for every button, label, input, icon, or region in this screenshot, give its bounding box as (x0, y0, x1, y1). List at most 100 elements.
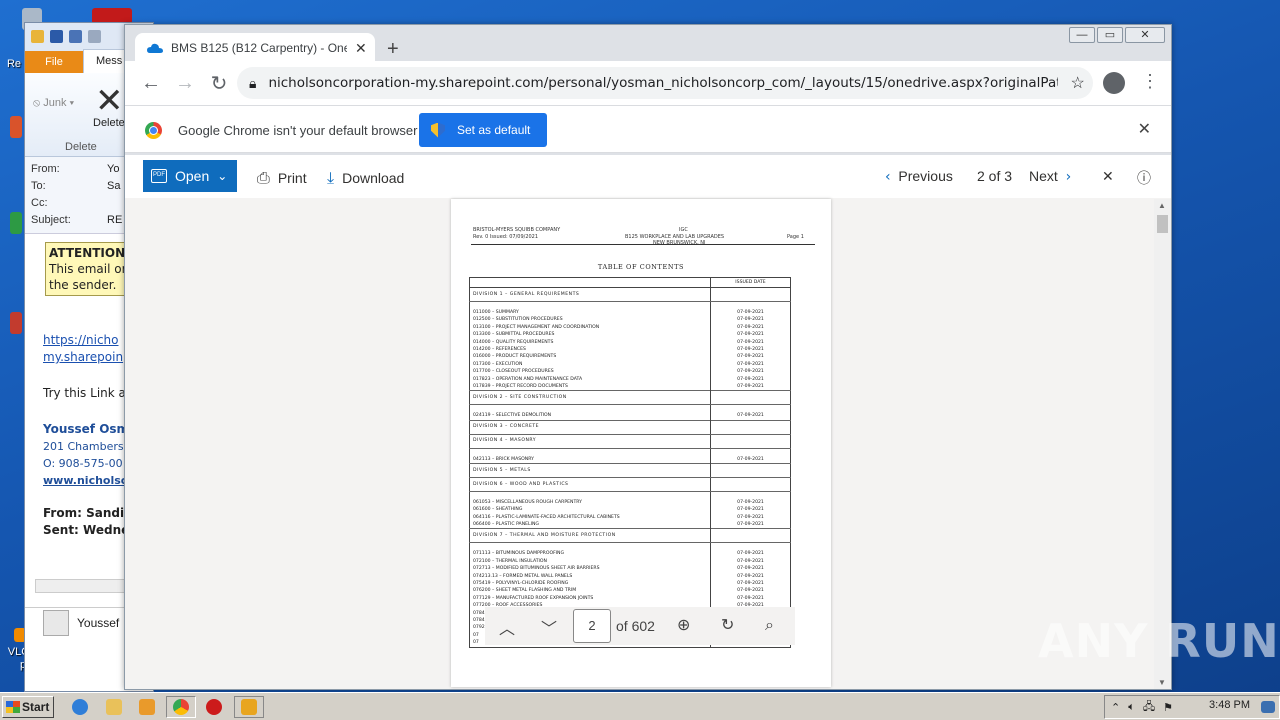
toc-issued-date: 07-09-2021 (710, 331, 791, 339)
pdf-control-bar: ︿ ﹀ 2 of 602 ⊕ ↻ ⌕ (485, 607, 795, 645)
to-value: Sa (107, 180, 121, 192)
open-button[interactable]: PDF Open ⌄ (143, 160, 237, 192)
toc-issued-date: 07-09-2021 (710, 308, 791, 317)
toc-section-title: 017839 – PROJECT RECORD DOCUMENTS (473, 383, 568, 389)
toc-issued-date: 07-09-2021 (710, 345, 791, 354)
toc-section-title: 017823 – OPERATION AND MAINTENANCE DATA (473, 376, 583, 382)
toc-section-title: 072713 – MODIFIED BITUMINOUS SHEET AIR B… (473, 566, 600, 572)
pdf-header-company: BRISTOL-MYERS SQUIBB COMPANY (473, 227, 561, 233)
explorer-taskbar-icon[interactable] (102, 696, 126, 718)
open-label: Open (175, 168, 210, 184)
print-button[interactable]: ⎙ Print (257, 168, 307, 188)
toc-section-title: 013300 – SUBMITTAL PROCEDURES (473, 332, 555, 338)
toc-row: 061600 – SHEATHING 07-09-2021 (470, 506, 791, 514)
tab-close-icon[interactable]: ✕ (355, 40, 367, 57)
toc-issued-date: 07-09-2021 (710, 353, 791, 361)
toc-row (470, 404, 791, 413)
next-button[interactable]: Next › (1029, 168, 1071, 185)
toc-section-title: 076200 – SHEET METAL FLASHING AND TRIM (473, 588, 577, 594)
lock-icon[interactable]: 🔒︎ (249, 75, 256, 92)
outlook-taskbar-icon[interactable] (234, 696, 264, 718)
next-label: Next (1029, 168, 1058, 184)
account-icon[interactable] (1103, 72, 1125, 94)
undo-icon[interactable] (69, 29, 82, 43)
zoom-in-icon[interactable]: ⊕ (677, 615, 690, 634)
maximize-icon[interactable]: ▭ (1097, 27, 1123, 43)
toc-section-title (470, 405, 711, 412)
toc-row: 013300 – SUBMITTAL PROCEDURES 07-09-2021 (470, 331, 791, 339)
set-as-default-label: Set as default (457, 123, 531, 137)
toc-section-title: 072100 – THERMAL INSULATION (473, 558, 547, 564)
media-taskbar-icon[interactable] (135, 696, 159, 718)
toc-row: 013100 – PROJECT MANAGEMENT AND COORDINA… (470, 323, 791, 332)
minimize-icon[interactable]: — (1069, 27, 1095, 43)
toc-division-row: DIVISION 7 – THERMAL AND MOISTURE PROTEC… (469, 528, 791, 544)
opera-taskbar-icon[interactable] (202, 696, 226, 718)
tray-expand-icon[interactable]: ⌃ (1111, 701, 1120, 714)
save-icon[interactable] (50, 29, 63, 43)
forward-arrow-icon[interactable]: → (169, 72, 201, 95)
scroll-thumb[interactable] (1157, 215, 1168, 233)
toc-division-row: DIVISION 5 – METALS (469, 462, 791, 478)
desktop-app-icon[interactable] (10, 212, 22, 234)
tab-file[interactable]: File (25, 51, 83, 73)
chevron-right-icon: › (1065, 169, 1072, 185)
toc-row: 012500 – SUBSTITUTION PROCEDURES 07-09-20… (470, 316, 791, 324)
toc-row: 014000 – QUALITY REQUIREMENTS 07-09-2021 (470, 338, 791, 346)
new-tab-icon[interactable]: + (387, 38, 399, 61)
desktop-app-icon[interactable] (10, 312, 22, 334)
search-icon[interactable]: ⌕ (765, 615, 774, 635)
toc-section-title (470, 491, 711, 498)
toc-division-row: DIVISION 1 – GENERAL REQUIREMENTS (469, 287, 791, 302)
start-button[interactable]: Start (2, 696, 54, 718)
chevron-down-icon[interactable]: ﹀ (541, 615, 557, 639)
previous-label: Previous (898, 168, 953, 184)
toc-issued-date: 07-09-2021 (710, 594, 791, 603)
network-icon[interactable]: 🖧︎ (1143, 698, 1155, 717)
download-button[interactable]: ⤓ Download (327, 168, 404, 188)
toc-issued-date: 07-09-2021 (710, 316, 791, 324)
viewer-command-bar: PDF Open ⌄ ⎙ Print ⤓ Download ‹ Previous… (125, 155, 1171, 198)
close-viewer-icon[interactable]: ✕ (1102, 168, 1114, 185)
toc-section-title: DIVISION 7 – THERMAL AND MOISTURE PROTEC… (469, 528, 711, 544)
chrome-menu-icon[interactable]: ⋮ (1141, 71, 1159, 92)
mail-icon (31, 29, 44, 43)
scroll-down-icon[interactable]: ▼ (1158, 678, 1166, 687)
infobar-close-icon[interactable]: ✕ (1138, 119, 1151, 139)
delete-icon[interactable]: ✕ (95, 81, 124, 121)
chevron-up-icon[interactable]: ︿ (499, 615, 515, 639)
toc-row: 061053 – MISCELLANEOUS ROUGH CARPENTRY 07… (470, 498, 791, 507)
toc-section-title (470, 302, 711, 309)
browser-tab[interactable]: BMS B125 (B12 Carpentry) - OneDrive ✕ (135, 33, 375, 63)
scroll-up-icon[interactable]: ▲ (1158, 201, 1166, 210)
bookmark-star-icon[interactable]: ☆ (1070, 73, 1084, 93)
flag-icon[interactable]: ⚑ (1163, 701, 1173, 714)
set-as-default-button[interactable]: Set as default (419, 113, 547, 147)
toc-row: 064116 – PLASTIC-LAMINATE-FACED ARCHITEC… (470, 513, 791, 522)
browser-toolbar: ← → ↻ 🔒︎ nicholsoncorporation-my.sharepo… (125, 61, 1171, 105)
download-label: Download (342, 170, 405, 186)
page-number-input[interactable]: 2 (573, 609, 611, 643)
ie-taskbar-icon[interactable] (68, 696, 92, 718)
download-icon: ⤓ (327, 168, 335, 187)
chrome-logo-icon (145, 122, 162, 139)
toc-section-title (470, 448, 711, 455)
close-window-icon[interactable]: ✕ (1125, 27, 1165, 43)
chrome-taskbar-icon[interactable] (166, 696, 196, 718)
address-bar[interactable]: 🔒︎ nicholsoncorporation-my.sharepoint.co… (237, 67, 1093, 99)
toc-section-title: 013100 – PROJECT MANAGEMENT AND COORDINA… (473, 324, 600, 330)
back-arrow-icon[interactable]: ← (135, 72, 167, 95)
volume-icon[interactable]: 🔈︎ (1128, 701, 1135, 714)
toc-section-title: 066400 – PLASTIC PANELING (473, 522, 539, 528)
show-desktop-icon[interactable] (1256, 696, 1280, 718)
taskbar: Start ⌃ 🔈︎ 🖧︎ ⚑ 3:48 PM (0, 692, 1280, 720)
rotate-icon[interactable]: ↻ (721, 615, 734, 634)
redo-icon[interactable] (88, 29, 101, 43)
reload-icon[interactable]: ↻ (203, 71, 235, 96)
junk-button[interactable]: ⦸ Junk ▾ (33, 97, 74, 110)
previous-button[interactable]: ‹ Previous (885, 168, 953, 185)
desktop-label-re: Re (6, 58, 22, 70)
desktop-app-icon[interactable] (10, 116, 22, 138)
delete-button-label[interactable]: Delete (93, 117, 125, 129)
info-icon[interactable]: ⓘ (1137, 168, 1151, 188)
